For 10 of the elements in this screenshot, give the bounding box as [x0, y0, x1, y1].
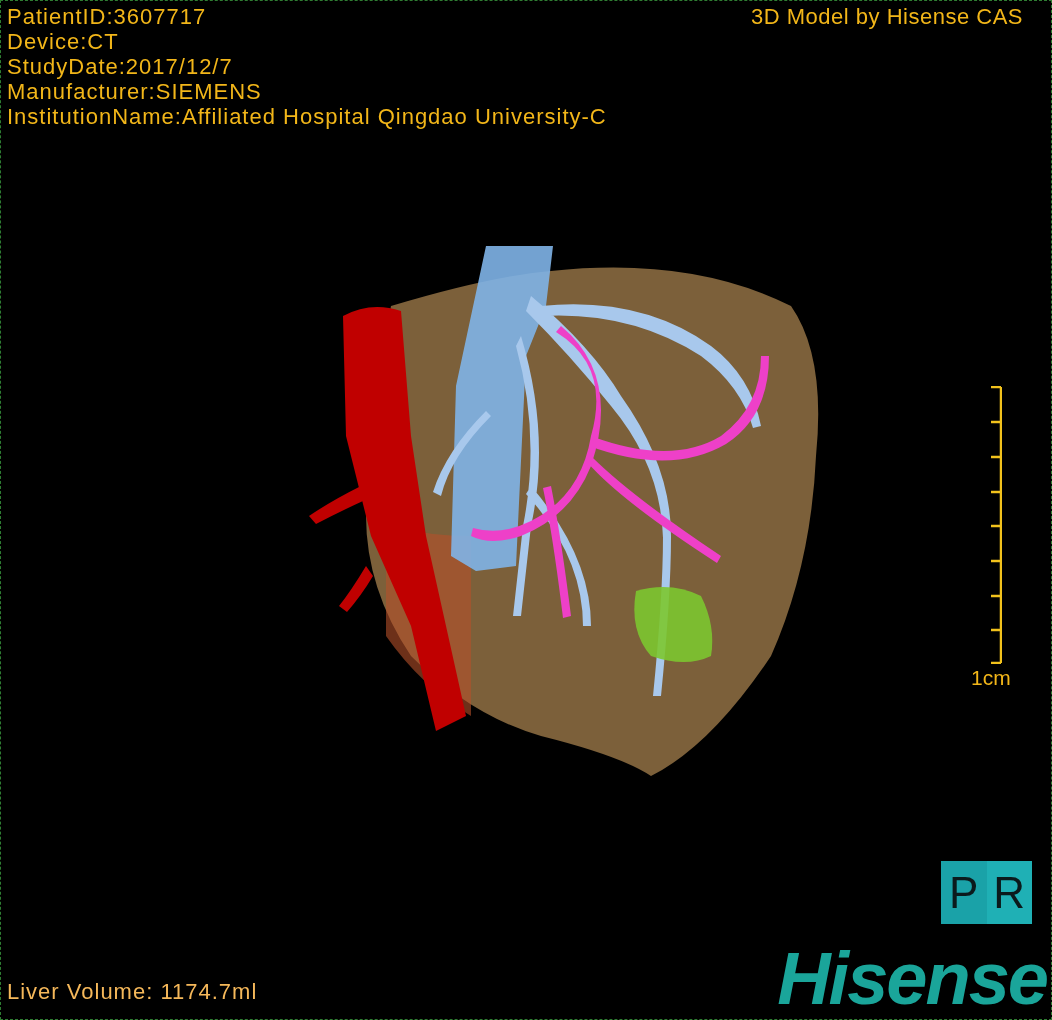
viewer-title: 3D Model by Hisense CAS [751, 4, 1023, 29]
info-line: StudyDate:2017/12/7 [7, 54, 233, 79]
info-line: Device:CT [7, 29, 119, 54]
brand-logo: Hisense [777, 939, 1047, 1019]
pr-button[interactable]: P R [941, 861, 1032, 924]
scale-label: 1cm [971, 666, 1011, 690]
info-line: PatientID:3607717 [7, 4, 207, 29]
liver-volume-label: Liver Volume: 1174.7ml [7, 979, 258, 1005]
info-line: InstitutionName:Affiliated Hospital Qingdao University-C [7, 104, 607, 129]
info-line: Manufacturer:SIEMENS [7, 79, 262, 104]
